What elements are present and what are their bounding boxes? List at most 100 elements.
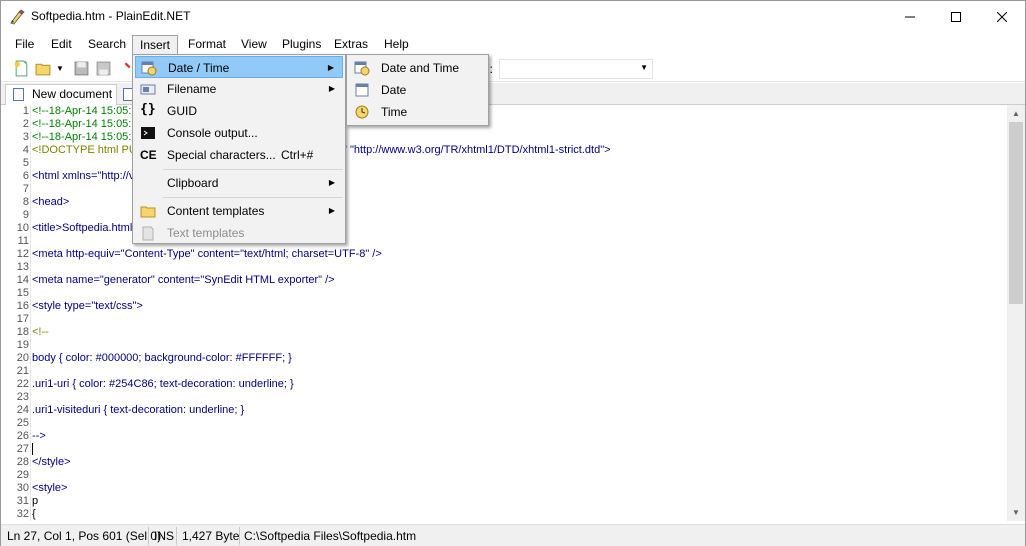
chevron-down-icon: ▼ [640,63,648,72]
menu-item-clipboard[interactable]: Clipboard ▶ [135,172,343,194]
submenu-arrow-icon: ▶ [328,84,335,93]
menu-extras[interactable]: Extras [327,35,375,54]
line-number: 20 [16,352,29,364]
save-icon[interactable] [73,60,90,77]
menu-item-label: Text templates [167,226,245,240]
menu-item-label: Date [381,83,407,97]
menu-bar: File Edit Search Insert Format View Plug… [1,33,1025,55]
window-title: Softpedia.htm - PlainEdit.NET [31,9,191,23]
menu-help[interactable]: Help [377,35,416,54]
menu-item-console-output[interactable]: Console output... [135,122,343,144]
menu-separator [163,197,343,198]
menu-item-special-characters[interactable]: CE Special characters... Ctrl+# [135,144,343,166]
code-line: body { color: #000000; background-color:… [32,352,292,364]
menu-item-label: GUID [167,104,197,118]
vertical-scrollbar[interactable]: ▲ ▼ [1007,105,1025,521]
close-button[interactable] [979,1,1025,33]
braces-icon: {} [140,102,156,117]
menu-item-guid[interactable]: {} GUID [135,100,343,122]
code-line: <style type="text/css"> [32,300,143,312]
code-line: <!--18-Apr-14 15:05:1 [32,131,138,143]
menu-item-label: Time [381,105,408,119]
calendar-clock-icon [141,61,157,76]
menu-item-label: Console output... [167,126,258,140]
maximize-button[interactable] [933,1,979,33]
line-number: 30 [16,482,29,494]
menu-item-filename[interactable]: Filename ▶ [135,78,343,100]
menu-edit[interactable]: Edit [44,35,79,54]
folder-disabled-icon [142,226,154,241]
minimize-button[interactable] [887,1,933,33]
insert-menu: Date / Time ▶ Filename ▶ {} GUID Console… [132,54,346,244]
line-number: 13 [16,261,29,273]
toolbar-combo[interactable]: ▼ [499,59,653,79]
line-number: 5 [22,157,29,169]
status-mode: INS [154,529,175,543]
line-number: 27 [16,443,29,455]
menu-item-time[interactable]: Time [349,101,486,123]
line-number: 12 [16,248,29,260]
menu-item-content-templates[interactable]: Content templates ▶ [135,200,343,222]
menu-item-label: Date / Time [168,61,230,75]
status-divider [239,527,240,545]
calendar-icon [355,83,369,97]
code-line-tail: " "http://www.w3.org/TR/xhtml1/DTD/xhtml… [343,144,611,156]
line-number: 22 [16,378,29,390]
line-number: 2 [22,118,29,130]
status-divider [176,527,177,545]
status-path: C:\Softpedia Files\Softpedia.htm [244,529,417,543]
open-folder-icon[interactable] [35,60,52,77]
code-line: { [32,508,36,520]
line-number: 9 [22,209,29,221]
code-line: <!DOCTYPE html PU [32,144,137,156]
open-dropdown-icon[interactable]: ▼ [56,64,64,73]
code-line: <meta http-equiv="Content-Type" content=… [32,248,382,260]
menu-search[interactable]: Search [81,35,133,54]
code-line: <!--18-Apr-14 15:05:1 [32,105,138,117]
status-position: Ln 27, Col 1, Pos 601 (Sel 0) [7,529,162,543]
menu-item-label: Clipboard [167,176,219,190]
menu-view[interactable]: View [234,35,274,54]
new-file-icon[interactable] [13,60,30,77]
menu-item-date-time[interactable]: Date / Time ▶ [135,56,343,78]
submenu-arrow-icon: ▶ [328,178,335,187]
line-number: 16 [16,300,29,312]
text-cursor [32,443,33,455]
status-divider [148,527,149,545]
menu-format[interactable]: Format [181,35,233,54]
scroll-up-icon[interactable]: ▲ [1007,105,1025,122]
filename-icon [140,84,156,95]
menu-item-date-and-time[interactable]: Date and Time [349,57,486,79]
line-number: 21 [16,365,29,377]
scroll-down-icon[interactable]: ▼ [1007,504,1025,521]
menu-item-shortcut: Ctrl+# [281,148,314,162]
line-number: 23 [16,391,29,403]
menu-file[interactable]: File [8,35,41,54]
line-number: 32 [16,508,29,520]
code-line: </style> [32,456,71,468]
app-icon [10,9,25,25]
line-number: 8 [22,196,29,208]
scrollbar-thumb[interactable] [1009,122,1023,304]
code-line: <head> [32,196,70,208]
line-number: 3 [22,131,29,143]
menu-insert[interactable]: Insert [132,35,179,54]
tab-new-document-1[interactable]: New document 1 [5,84,117,120]
gutter-divider [30,105,31,521]
line-number: 26 [16,430,29,442]
menu-item-label: Content templates [167,204,265,218]
line-number: 1 [22,105,29,117]
line-number: 7 [22,183,29,195]
line-number: 28 [16,456,29,468]
date-time-submenu: Date and Time Date Time [346,54,489,126]
console-icon [141,127,155,139]
menu-plugins[interactable]: Plugins [275,35,328,54]
code-line: p [32,495,39,507]
line-number: 25 [16,417,29,429]
status-bar: Ln 27, Col 1, Pos 601 (Sel 0) INS 1,427 … [1,524,1025,546]
line-number: 17 [16,313,29,325]
menu-item-label: Filename [167,82,217,96]
menu-item-date[interactable]: Date [349,79,486,101]
save-all-icon[interactable] [95,60,112,77]
code-line: <!-- [32,326,49,338]
